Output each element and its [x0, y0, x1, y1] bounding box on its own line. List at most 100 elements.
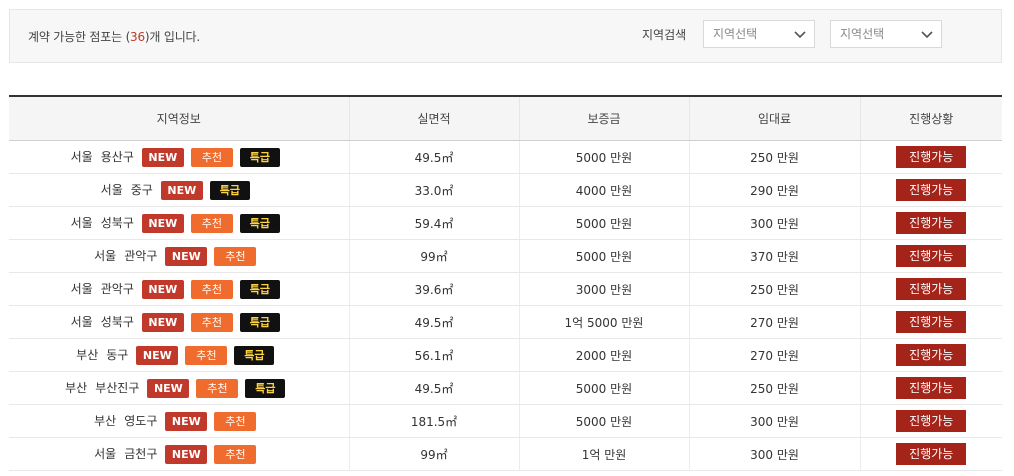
table-row[interactable]: 부산 동구 NEW 추천 특급 56.1㎡ 2000 만원 270 만원 진행가능 [9, 338, 1002, 372]
recommend-badge: 추천 [214, 411, 257, 431]
table-row[interactable]: 서울 중구 NEW 특급 33.0㎡ 4000 만원 290 만원 진행가능 [9, 173, 1002, 207]
table-row[interactable]: 서울 관악구 NEW 추천 특급 39.6㎡ 3000 만원 250 만원 진행가능 [9, 272, 1002, 306]
new-badge: NEW [165, 246, 208, 266]
special-badge: 특급 [239, 312, 280, 332]
rent-cell: 270 만원 [689, 305, 861, 339]
new-badge: NEW [141, 279, 184, 299]
summary-prefix: 계약 가능한 점포는 ( [28, 30, 131, 44]
area-cell: 56.1㎡ [349, 338, 520, 372]
status-badge[interactable]: 진행가능 [896, 146, 967, 168]
region-cell: 서울 관악구 NEW 추천 [9, 239, 350, 273]
region-cell: 서울 성북구 NEW 추천 특급 [9, 206, 350, 240]
region-select-2[interactable]: 지역선택 [830, 20, 942, 48]
available-store-summary: 계약 가능한 점포는 (36)개 입니다. [28, 28, 200, 45]
deposit-cell: 3000 만원 [519, 272, 690, 306]
new-badge: NEW [160, 180, 203, 200]
region-cell: 부산 동구 NEW 추천 특급 [9, 338, 350, 372]
filter-bar: 계약 가능한 점포는 (36)개 입니다. 지역검색 지역선택 지역선택 [9, 9, 1002, 63]
deposit-cell: 1억 만원 [519, 437, 690, 471]
district-name: 금천구 [124, 446, 158, 461]
status-badge[interactable]: 진행가능 [896, 245, 967, 267]
new-badge: NEW [165, 444, 208, 464]
city-name: 서울 [70, 314, 93, 329]
header-area: 실면적 [349, 95, 520, 141]
rent-cell: 250 만원 [689, 371, 861, 405]
new-badge: NEW [141, 312, 184, 332]
region-select-1[interactable]: 지역선택 [703, 20, 815, 48]
header-rent: 임대료 [689, 95, 861, 141]
recommend-badge: 추천 [190, 312, 233, 332]
new-badge: NEW [165, 411, 208, 431]
status-badge[interactable]: 진행가능 [896, 410, 967, 432]
header-status: 진행상황 [860, 95, 1002, 141]
district-name: 동구 [106, 347, 129, 362]
district-name: 용산구 [100, 149, 134, 164]
table-row[interactable]: 서울 금천구 NEW 추천 99㎡ 1억 만원 300 만원 진행가능 [9, 437, 1002, 471]
area-cell: 99㎡ [349, 437, 520, 471]
city-name: 서울 [94, 248, 117, 263]
special-badge: 특급 [239, 279, 280, 299]
status-badge[interactable]: 진행가능 [896, 344, 967, 366]
table-row[interactable]: 부산 영도구 NEW 추천 181.5㎡ 5000 만원 300 만원 진행가능 [9, 404, 1002, 438]
area-cell: 49.5㎡ [349, 140, 520, 174]
status-badge[interactable]: 진행가능 [896, 443, 967, 465]
special-badge: 특급 [245, 378, 286, 398]
rent-cell: 300 만원 [689, 206, 861, 240]
deposit-cell: 4000 만원 [519, 173, 690, 207]
table-row[interactable]: 부산 부산진구 NEW 추천 특급 49.5㎡ 5000 만원 250 만원 진행가능 [9, 371, 1002, 405]
area-cell: 39.6㎡ [349, 272, 520, 306]
table-row[interactable]: 서울 성북구 NEW 추천 특급 59.4㎡ 5000 만원 300 만원 진행가능 [9, 206, 1002, 240]
table-row[interactable]: 서울 관악구 NEW 추천 99㎡ 5000 만원 370 만원 진행가능 [9, 239, 1002, 273]
region-cell: 서울 용산구 NEW 추천 특급 [9, 140, 350, 174]
area-cell: 181.5㎡ [349, 404, 520, 438]
new-badge: NEW [141, 213, 184, 233]
region-select-1-value: 지역선택 [713, 27, 758, 41]
rent-cell: 290 만원 [689, 173, 861, 207]
deposit-cell: 2000 만원 [519, 338, 690, 372]
status-cell: 진행가능 [860, 272, 1002, 306]
table-row[interactable]: 서울 성북구 NEW 추천 특급 49.5㎡ 1억 5000 만원 270 만원 진행가능 [9, 305, 1002, 339]
area-cell: 49.5㎡ [349, 305, 520, 339]
district-name: 부산진구 [95, 380, 140, 395]
recommend-badge: 추천 [190, 279, 233, 299]
city-name: 서울 [100, 182, 123, 197]
region-cell: 서울 성북구 NEW 추천 특급 [9, 305, 350, 339]
special-badge: 특급 [239, 213, 280, 233]
recommend-badge: 추천 [214, 444, 257, 464]
status-badge[interactable]: 진행가능 [896, 311, 967, 333]
table-row[interactable]: 서울 용산구 NEW 추천 특급 49.5㎡ 5000 만원 250 만원 진행가능 [9, 140, 1002, 174]
special-badge: 특급 [239, 147, 280, 167]
area-cell: 49.5㎡ [349, 371, 520, 405]
city-name: 부산 [94, 413, 117, 428]
recommend-badge: 추천 [214, 246, 257, 266]
deposit-cell: 5000 만원 [519, 239, 690, 273]
region-cell: 서울 관악구 NEW 추천 특급 [9, 272, 350, 306]
region-search-label: 지역검색 [642, 28, 687, 42]
status-badge[interactable]: 진행가능 [896, 212, 967, 234]
district-name: 중구 [130, 182, 153, 197]
city-name: 서울 [94, 446, 117, 461]
recommend-badge: 추천 [185, 345, 228, 365]
district-name: 성북구 [100, 314, 134, 329]
region-cell: 서울 금천구 NEW 추천 [9, 437, 350, 471]
status-cell: 진행가능 [860, 338, 1002, 372]
store-list-table: 지역정보 실면적 보증금 임대료 진행상황 서울 용산구 NEW 추천 특급 49.5㎡ 5… [9, 95, 1002, 471]
deposit-cell: 5000 만원 [519, 371, 690, 405]
district-name: 성북구 [100, 215, 134, 230]
recommend-badge: 추천 [190, 147, 233, 167]
rent-cell: 370 만원 [689, 239, 861, 273]
status-cell: 진행가능 [860, 437, 1002, 471]
area-cell: 99㎡ [349, 239, 520, 273]
chevron-down-icon [921, 31, 933, 39]
city-name: 서울 [70, 215, 93, 230]
status-badge[interactable]: 진행가능 [896, 278, 967, 300]
city-name: 서울 [70, 149, 93, 164]
rent-cell: 300 만원 [689, 404, 861, 438]
status-badge[interactable]: 진행가능 [896, 377, 967, 399]
area-cell: 33.0㎡ [349, 173, 520, 207]
available-count: 36 [130, 30, 145, 44]
new-badge: NEW [147, 378, 190, 398]
status-cell: 진행가능 [860, 404, 1002, 438]
status-badge[interactable]: 진행가능 [896, 179, 967, 201]
region-cell: 부산 영도구 NEW 추천 [9, 404, 350, 438]
